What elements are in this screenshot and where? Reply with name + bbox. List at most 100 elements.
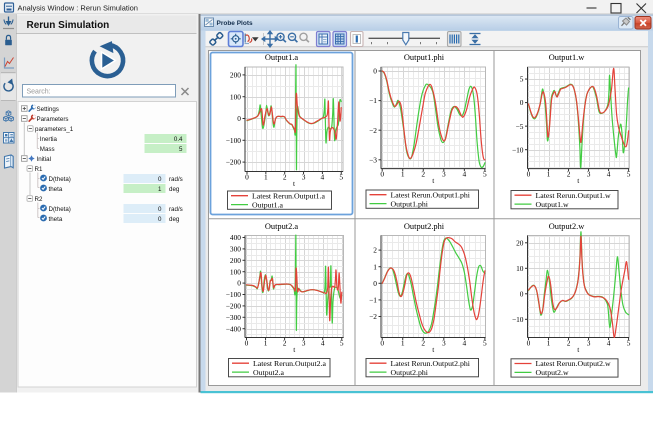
svg-text:Parameters: Parameters bbox=[37, 116, 69, 123]
svg-text:5: 5 bbox=[483, 338, 487, 347]
svg-text:0: 0 bbox=[373, 67, 377, 76]
svg-text:0.4: 0.4 bbox=[174, 136, 183, 143]
svg-text:−300: −300 bbox=[226, 313, 242, 322]
svg-text:3: 3 bbox=[302, 338, 306, 347]
svg-text:4: 4 bbox=[463, 169, 467, 178]
svg-text:−1: −1 bbox=[369, 296, 377, 305]
svg-text:D(theta): D(theta) bbox=[49, 206, 71, 213]
svg-text:300: 300 bbox=[230, 245, 241, 254]
svg-text:0: 0 bbox=[373, 279, 377, 288]
svg-text:Rerun Simulation: Rerun Simulation bbox=[27, 20, 110, 31]
svg-text:Latest Rerun.Output2.a: Latest Rerun.Output2.a bbox=[253, 359, 327, 368]
svg-text:5: 5 bbox=[627, 338, 631, 347]
svg-text:0: 0 bbox=[237, 279, 241, 288]
svg-text:Output2.phi: Output2.phi bbox=[391, 368, 429, 377]
svg-text:400: 400 bbox=[230, 233, 241, 242]
svg-text:Output2.a: Output2.a bbox=[253, 368, 285, 377]
svg-text:Analysis Window : Rerun Simula: Analysis Window : Rerun Simulation bbox=[18, 4, 138, 13]
svg-text:−10: −10 bbox=[512, 145, 524, 154]
svg-text:5: 5 bbox=[179, 146, 183, 153]
svg-text:3: 3 bbox=[442, 169, 446, 178]
svg-text:5: 5 bbox=[483, 169, 487, 178]
svg-text:0: 0 bbox=[527, 169, 531, 178]
svg-text:Inertia: Inertia bbox=[40, 136, 58, 143]
svg-text:deg: deg bbox=[169, 216, 180, 223]
svg-text:0: 0 bbox=[380, 338, 384, 347]
svg-text:0: 0 bbox=[237, 114, 241, 123]
svg-text:deg: deg bbox=[169, 186, 180, 193]
svg-text:100: 100 bbox=[230, 267, 241, 276]
svg-text:Output1.phi: Output1.phi bbox=[404, 53, 445, 62]
svg-text:1: 1 bbox=[158, 186, 162, 193]
svg-text:2: 2 bbox=[283, 172, 287, 181]
svg-text:−2: −2 bbox=[369, 126, 377, 135]
svg-text:2: 2 bbox=[567, 169, 571, 178]
svg-text:Latest Rerun.Output1.phi: Latest Rerun.Output1.phi bbox=[391, 190, 471, 199]
svg-text:1: 1 bbox=[373, 262, 377, 271]
svg-text:Latest Rerun.Output2.w: Latest Rerun.Output2.w bbox=[536, 359, 612, 368]
svg-text:parameters_1: parameters_1 bbox=[35, 126, 74, 133]
svg-text:Output1.a: Output1.a bbox=[265, 53, 299, 62]
svg-text:Output2.a: Output2.a bbox=[265, 222, 299, 231]
svg-text:rad/s: rad/s bbox=[169, 176, 183, 183]
svg-text:Output2.w: Output2.w bbox=[536, 368, 570, 377]
svg-text:0: 0 bbox=[245, 172, 249, 181]
svg-text:Mass: Mass bbox=[40, 146, 55, 153]
svg-text:2: 2 bbox=[373, 246, 377, 255]
svg-text:2: 2 bbox=[421, 338, 425, 347]
svg-text:R2: R2 bbox=[35, 196, 43, 203]
svg-text:4: 4 bbox=[321, 172, 325, 181]
svg-text:4: 4 bbox=[321, 338, 325, 347]
svg-text:2: 2 bbox=[567, 338, 571, 347]
svg-text:R1: R1 bbox=[35, 166, 43, 173]
svg-text:−1: −1 bbox=[369, 96, 377, 105]
svg-text:0: 0 bbox=[520, 289, 524, 298]
svg-text:3: 3 bbox=[442, 338, 446, 347]
svg-text:Output1.w: Output1.w bbox=[549, 53, 586, 62]
svg-text:Output1.w: Output1.w bbox=[536, 200, 570, 209]
svg-text:0: 0 bbox=[158, 216, 162, 223]
svg-text:0: 0 bbox=[527, 338, 531, 347]
svg-text:10: 10 bbox=[516, 264, 524, 273]
svg-text:Search:: Search: bbox=[27, 89, 51, 96]
svg-text:Latest Rerun.Output1.w: Latest Rerun.Output1.w bbox=[536, 191, 612, 200]
svg-text:4: 4 bbox=[607, 169, 611, 178]
svg-text:−100: −100 bbox=[226, 136, 242, 145]
svg-text:−100: −100 bbox=[226, 290, 242, 299]
svg-text:D(theta): D(theta) bbox=[49, 176, 71, 183]
svg-text:100: 100 bbox=[230, 92, 241, 101]
svg-text:Latest Rerun.Output1.a: Latest Rerun.Output1.a bbox=[252, 191, 326, 200]
svg-text:2: 2 bbox=[421, 169, 425, 178]
svg-text:−5: −5 bbox=[516, 122, 524, 131]
svg-text:0: 0 bbox=[245, 338, 249, 347]
svg-text:Initial: Initial bbox=[37, 156, 51, 163]
svg-text:rad/s: rad/s bbox=[169, 206, 183, 213]
svg-text:−200: −200 bbox=[226, 158, 242, 167]
svg-text:Latest Rerun.Output2.phi: Latest Rerun.Output2.phi bbox=[391, 359, 471, 368]
svg-text:1: 1 bbox=[547, 169, 551, 178]
svg-text:0: 0 bbox=[520, 98, 524, 107]
svg-text:20: 20 bbox=[516, 238, 524, 247]
svg-text:−10: −10 bbox=[512, 315, 524, 324]
svg-text:Output1.a: Output1.a bbox=[252, 200, 284, 209]
svg-text:−2: −2 bbox=[369, 312, 377, 321]
svg-text:Settings: Settings bbox=[37, 106, 59, 113]
svg-text:0: 0 bbox=[158, 176, 162, 183]
svg-text:2: 2 bbox=[283, 338, 287, 347]
svg-text:5: 5 bbox=[520, 75, 524, 84]
svg-text:Probe Plots: Probe Plots bbox=[217, 20, 254, 27]
svg-text:−400: −400 bbox=[226, 324, 242, 333]
svg-text:200: 200 bbox=[230, 256, 241, 265]
svg-text:theta: theta bbox=[49, 216, 63, 223]
svg-text:1: 1 bbox=[401, 169, 405, 178]
svg-text:−200: −200 bbox=[226, 302, 242, 311]
svg-text:5: 5 bbox=[627, 169, 631, 178]
svg-text:Output1.phi: Output1.phi bbox=[391, 199, 429, 208]
svg-text:5: 5 bbox=[339, 172, 343, 181]
svg-text:1: 1 bbox=[264, 338, 268, 347]
svg-text:200: 200 bbox=[230, 71, 241, 80]
svg-text:3: 3 bbox=[587, 338, 591, 347]
svg-text:3: 3 bbox=[587, 169, 591, 178]
svg-text:4: 4 bbox=[463, 338, 467, 347]
svg-text:theta: theta bbox=[49, 186, 63, 193]
